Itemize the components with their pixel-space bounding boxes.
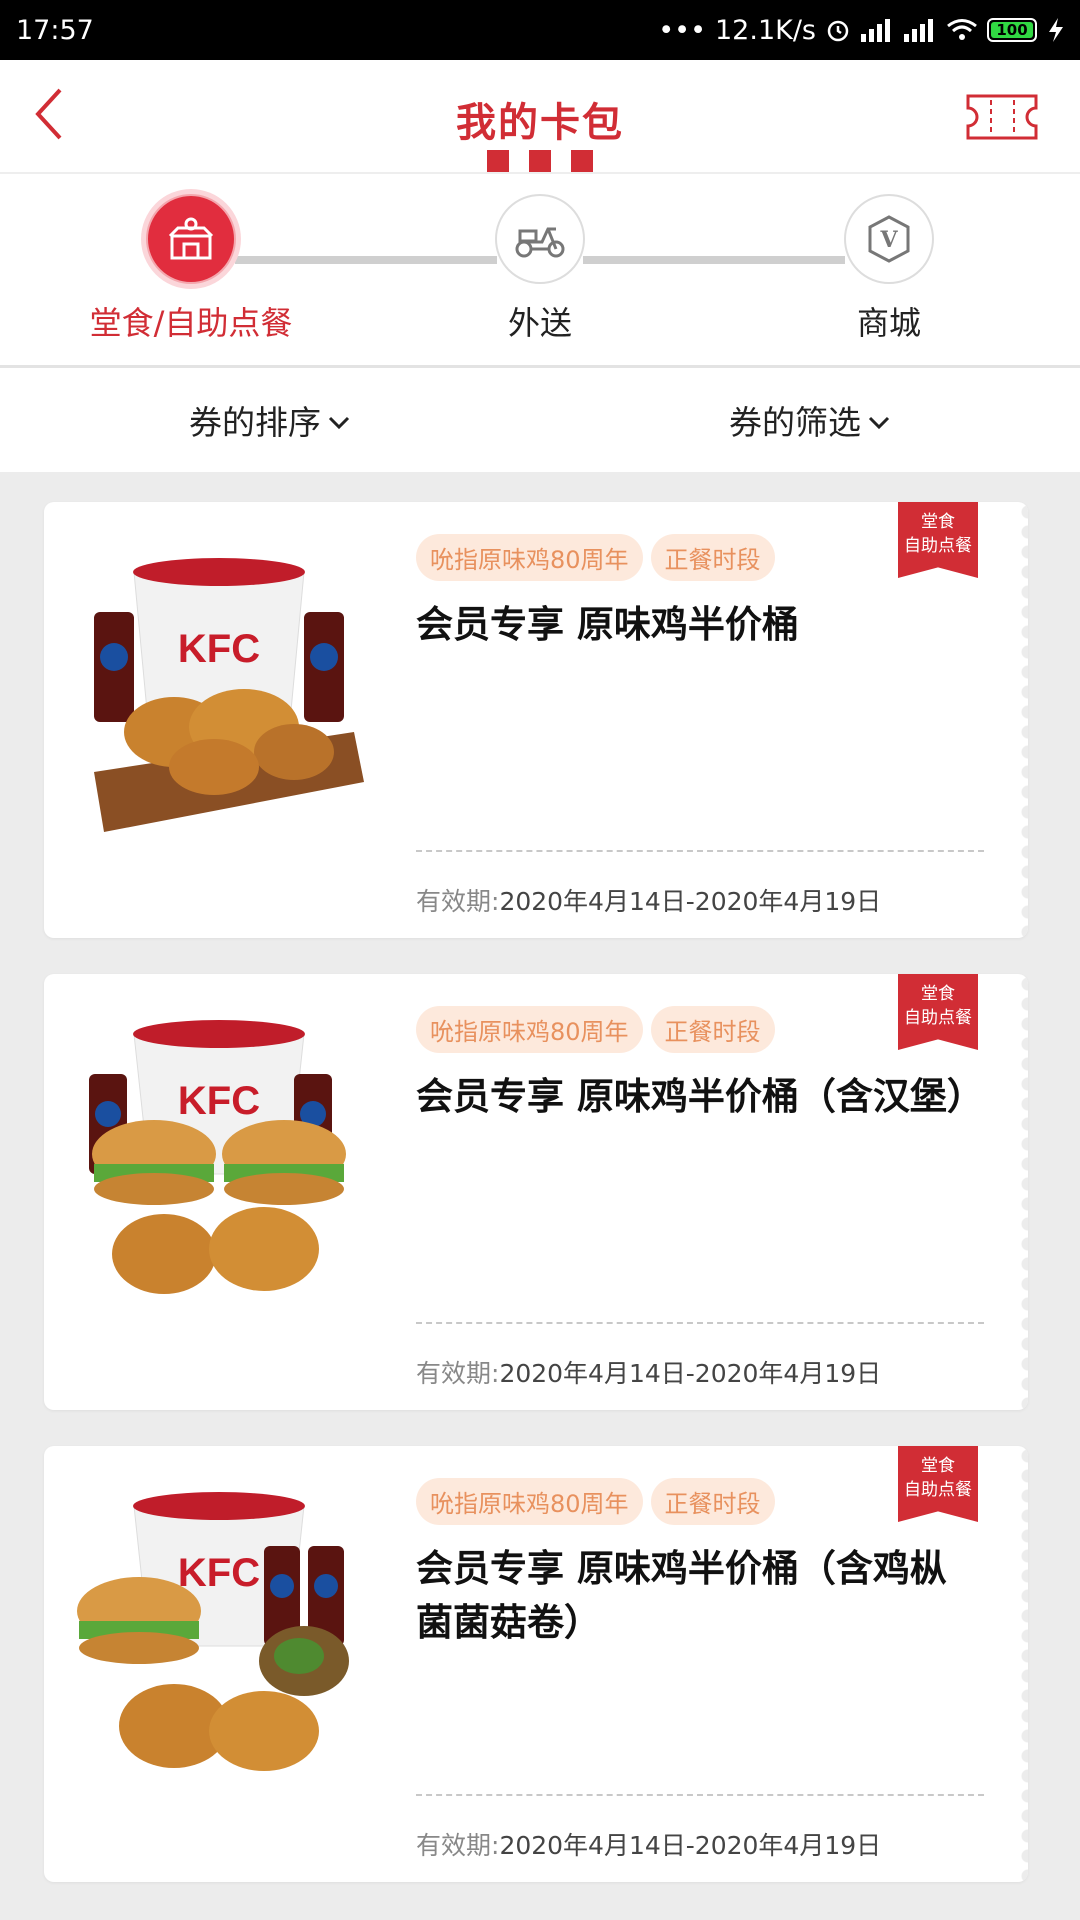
validity-value: 2020年4月14日-2020年4月19日	[499, 1359, 882, 1388]
chevron-down-icon	[868, 416, 890, 429]
validity-value: 2020年4月14日-2020年4月19日	[499, 1831, 882, 1860]
tab-delivery-label: 外送	[507, 304, 572, 342]
filter-label: 券的筛选	[729, 403, 861, 442]
coupon-tags: 吮指原味鸡80周年 正餐时段	[416, 1006, 775, 1053]
wifi-icon	[947, 19, 977, 40]
battery-level: 100	[996, 21, 1028, 39]
coupon-list: KFC 吮指原味鸡80周年 正餐时段 会员专享 原味鸡半价桶 有效期:2020年…	[0, 472, 1080, 1882]
coupon-validity: 有效期:2020年4月14日-2020年4月19日	[416, 882, 881, 918]
ribbon-text: 堂食	[921, 984, 955, 1004]
battery-icon: 100	[987, 18, 1037, 42]
coupon-validity: 有效期:2020年4月14日-2020年4月19日	[416, 1354, 881, 1390]
channel-ribbon: 堂食 自助点餐	[898, 502, 978, 578]
ribbon-text: 自助点餐	[904, 536, 972, 556]
step-circle	[146, 194, 236, 284]
coupon-card[interactable]: KFC 吮指原味鸡80周年 正餐时段 会员专享 原味鸡半价桶（含鸡枞菌菌菇卷） …	[44, 1446, 1028, 1882]
status-time: 17:57	[16, 14, 94, 46]
coupon-tag: 吮指原味鸡80周年	[416, 534, 643, 581]
ticket-button[interactable]	[964, 92, 1040, 146]
ribbon-text: 堂食	[921, 512, 955, 532]
chicken-burger-bucket-image: KFC	[89, 1020, 346, 1294]
kfc-stripes-logo	[487, 150, 593, 172]
charging-icon	[1049, 18, 1063, 42]
coupon-tag: 正餐时段	[650, 1478, 775, 1525]
alarm-icon	[827, 20, 849, 42]
coupon-validity: 有效期:2020年4月14日-2020年4月19日	[416, 1826, 881, 1862]
sort-label: 券的排序	[189, 403, 321, 442]
coupon-title: 会员专享 原味鸡半价桶	[416, 603, 799, 646]
sort-dropdown[interactable]: 券的排序	[0, 396, 540, 444]
svg-text:KFC: KFC	[178, 1551, 260, 1595]
signal-hd-icon	[904, 19, 933, 42]
coupon-tag: 吮指原味鸡80周年	[416, 1006, 643, 1053]
more-dots-icon: •••	[658, 14, 706, 46]
ribbon-text: 堂食	[921, 1456, 955, 1476]
coupon-tags: 吮指原味鸡80周年 正餐时段	[416, 1478, 775, 1525]
tab-delivery[interactable]: 外送	[390, 194, 690, 344]
coupon-tag: 正餐时段	[650, 534, 775, 581]
tab-dine-in-label: 堂食/自助点餐	[89, 304, 293, 342]
chicken-wrap-bucket-image: KFC	[77, 1492, 349, 1771]
store-icon	[168, 217, 214, 260]
net-speed: 12.1K/s	[715, 14, 816, 46]
coupon-card[interactable]: KFC 吮指原味鸡80周年 正餐时段 会员专享 原味鸡半价桶 有效期:2020年…	[44, 502, 1028, 938]
validity-value: 2020年4月14日-2020年4月19日	[499, 887, 882, 916]
svg-text:KFC: KFC	[178, 1079, 260, 1123]
ribbon-text: 自助点餐	[904, 1008, 972, 1028]
ticket-icon	[966, 94, 1038, 140]
tab-dine-in[interactable]: 堂食/自助点餐	[41, 194, 341, 344]
coupon-card[interactable]: KFC 吮指原味鸡80周年 正餐时段 会员专享 原味鸡半价桶（含汉堡） 有效期:…	[44, 974, 1028, 1410]
scooter-icon	[515, 227, 565, 258]
filter-dropdown[interactable]: 券的筛选	[540, 396, 1080, 444]
divider	[416, 1794, 984, 1796]
svg-text:KFC: KFC	[178, 627, 260, 671]
coupon-tag: 吮指原味鸡80周年	[416, 1478, 643, 1525]
coupon-tag: 正餐时段	[650, 1006, 775, 1053]
step-circle: V	[844, 194, 934, 284]
chevron-down-icon	[328, 416, 350, 429]
validity-label: 有效期:	[416, 887, 500, 916]
top-app-bar: 我的卡包	[0, 60, 1080, 174]
page-title: 我的卡包	[456, 100, 624, 146]
coupon-title: 会员专享 原味鸡半价桶（含汉堡）	[416, 1075, 984, 1118]
tab-mall[interactable]: V 商城	[739, 194, 1039, 344]
divider	[416, 850, 984, 852]
signal-icon	[861, 19, 890, 42]
status-icons: ••• 12.1K/s 100	[658, 15, 1066, 46]
ribbon-text: 自助点餐	[904, 1480, 972, 1500]
filter-bar: 券的排序 券的筛选	[0, 368, 1080, 472]
tab-mall-label: 商城	[856, 304, 921, 342]
step-circle	[495, 194, 585, 284]
divider	[416, 1322, 984, 1324]
channel-ribbon: 堂食 自助点餐	[898, 1446, 978, 1522]
v-badge-icon: V	[868, 215, 910, 263]
order-type-tabs: 堂食/自助点餐 外送 V 商城	[0, 174, 1080, 368]
status-bar: 17:57 ••• 12.1K/s 100	[0, 0, 1080, 60]
validity-label: 有效期:	[416, 1831, 500, 1860]
svg-text:V: V	[879, 227, 898, 253]
chicken-bucket-image: KFC	[94, 558, 364, 832]
validity-label: 有效期:	[416, 1359, 500, 1388]
coupon-title: 会员专享 原味鸡半价桶（含鸡枞菌菌菇卷）	[416, 1547, 947, 1644]
coupon-tags: 吮指原味鸡80周年 正餐时段	[416, 534, 775, 581]
channel-ribbon: 堂食 自助点餐	[898, 974, 978, 1050]
